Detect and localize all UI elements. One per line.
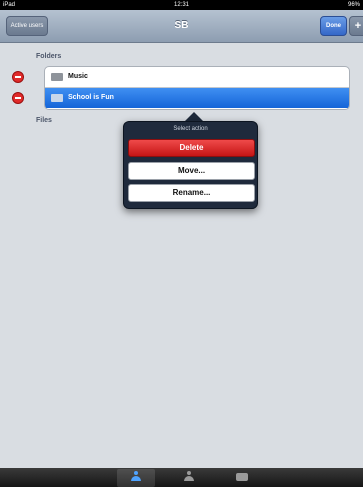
rename-button[interactable]: Rename... — [128, 184, 255, 202]
navigation-bar: SB Active users Done + — [0, 10, 363, 43]
folder-row-school-is-fun[interactable]: School is Fun — [45, 88, 349, 108]
move-button[interactable]: Move... — [128, 162, 255, 180]
folder-name: School is Fun — [68, 94, 114, 101]
tab-bar — [0, 468, 363, 487]
status-bar: iPad 12:31 96% — [0, 0, 363, 10]
person-icon — [184, 471, 194, 483]
folder-icon — [51, 94, 63, 102]
add-button[interactable]: + — [349, 16, 363, 36]
person-icon — [131, 471, 141, 483]
folder-icon — [51, 73, 63, 81]
done-button[interactable]: Done — [320, 16, 347, 36]
folders-list: Music School is Fun — [44, 66, 350, 110]
delete-button[interactable]: Delete — [128, 139, 255, 157]
folder-name: Music — [68, 73, 88, 80]
battery-indicator: 96% — [347, 2, 360, 8]
page-title: SB — [174, 20, 189, 31]
folders-header: Folders — [36, 53, 62, 60]
tab-users[interactable] — [117, 469, 155, 487]
files-header: Files — [36, 117, 52, 124]
tab-user[interactable] — [170, 469, 208, 487]
popover-arrow — [185, 112, 203, 121]
popover-title: Select action — [173, 126, 208, 132]
clock: 12:31 — [173, 2, 189, 8]
tab-inbox[interactable] — [222, 469, 260, 487]
tray-icon — [236, 473, 248, 481]
delete-control-icon[interactable] — [12, 92, 24, 104]
folder-row-music[interactable]: Music — [45, 67, 349, 87]
delete-control-icon[interactable] — [12, 71, 24, 83]
action-popover: Select action Delete Move... Rename... — [123, 121, 258, 209]
back-button[interactable]: Active users — [6, 16, 48, 36]
